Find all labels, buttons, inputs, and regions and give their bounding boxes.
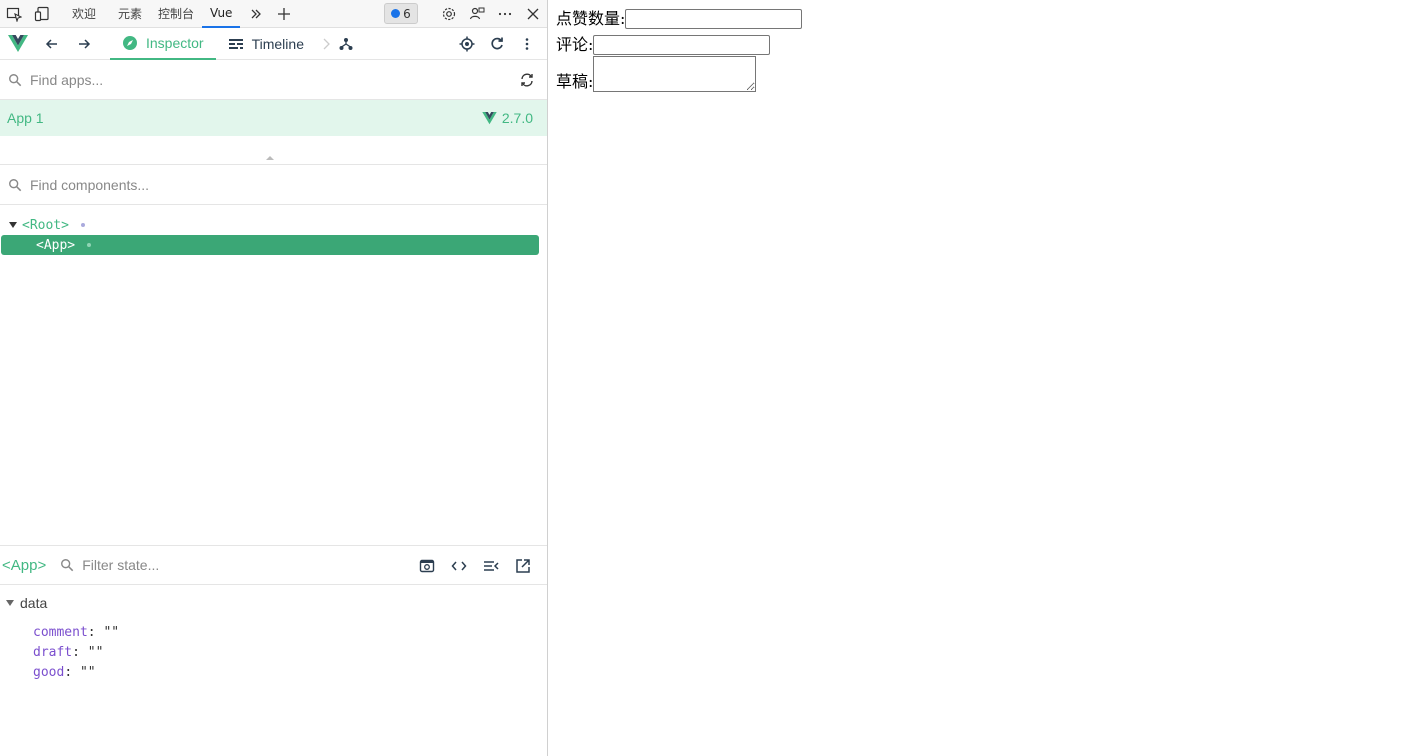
prop-key: draft <box>33 645 73 660</box>
open-in-editor-icon[interactable] <box>515 558 531 574</box>
inspect-element-icon[interactable] <box>0 0 28 28</box>
tree-node-root[interactable]: <Root> <box>0 215 547 235</box>
draft-label: 草稿: <box>556 72 594 91</box>
tab-inspector[interactable]: Inspector <box>110 28 216 60</box>
customize-icon[interactable] <box>463 0 491 28</box>
apps-search-input[interactable]: Find apps... <box>30 72 103 88</box>
more-tabs-icon[interactable] <box>242 0 270 28</box>
state-toolbar: <App> Filter state... <box>0 545 547 585</box>
expand-triangle-icon[interactable] <box>9 222 17 228</box>
render-code-icon[interactable] <box>483 558 499 574</box>
collapse-caret-icon[interactable] <box>266 156 274 160</box>
app-name: App 1 <box>7 110 44 126</box>
tab-elements[interactable]: 元素 <box>110 0 150 28</box>
issues-icon <box>391 9 401 18</box>
node-dot-icon <box>87 243 92 247</box>
tab-timeline-label: Timeline <box>251 35 304 52</box>
search-icon <box>9 178 22 191</box>
tree-node-root-label: <Root> <box>22 217 69 233</box>
prop-key: comment <box>33 625 88 640</box>
issues-count: 6 <box>403 6 411 21</box>
scroll-to-component-icon[interactable] <box>419 558 435 574</box>
issues-badge[interactable]: 6 <box>384 3 418 24</box>
app-list-item[interactable]: App 1 2.7.0 <box>0 100 547 136</box>
component-tree: <Root> <App> <box>0 205 547 255</box>
tree-node-app[interactable]: <App> <box>1 235 539 255</box>
search-icon <box>9 73 22 86</box>
tab-console[interactable]: 控制台 <box>150 0 202 28</box>
component-graph-icon[interactable] <box>336 30 356 58</box>
select-component-target-icon[interactable] <box>459 36 475 52</box>
comment-input[interactable] <box>593 35 771 55</box>
refresh-icon[interactable] <box>489 36 505 52</box>
draft-field: 草稿: <box>556 56 802 92</box>
data-section-label: data <box>20 595 48 611</box>
devtools-panel: 欢迎 元素 控制台 Vue 6 Inspector Timeline Find … <box>0 0 548 756</box>
tab-timeline[interactable]: Timeline <box>216 28 316 60</box>
state-pane: <App> Filter state... data comment: "" d… <box>0 545 547 685</box>
search-icon <box>61 559 74 572</box>
tree-node-app-label: <App> <box>36 237 76 253</box>
prop-value: "" <box>79 665 96 680</box>
forward-arrow-icon[interactable] <box>68 30 100 58</box>
tab-welcome[interactable]: 欢迎 <box>64 0 104 28</box>
chevron-right-icon <box>316 30 336 58</box>
close-icon[interactable] <box>519 0 547 28</box>
data-prop-row[interactable]: comment: "" <box>0 625 547 645</box>
vue-version-icon <box>482 111 497 124</box>
vue-version: 2.7.0 <box>501 110 533 126</box>
inspect-dom-code-icon[interactable] <box>451 558 467 574</box>
refresh-apps-icon[interactable] <box>519 72 535 88</box>
compass-icon <box>123 35 137 50</box>
comment-field: 评论: <box>556 31 802 55</box>
comment-label: 评论: <box>556 35 594 54</box>
pane-splitter[interactable] <box>0 136 547 165</box>
expand-triangle-icon[interactable] <box>6 600 14 606</box>
data-props: comment: "" draft: "" good: "" <box>0 621 547 685</box>
tab-inspector-label: Inspector <box>146 34 204 51</box>
prop-key: good <box>33 665 65 680</box>
timeline-icon <box>228 38 243 49</box>
components-search-input[interactable]: Find components... <box>30 177 149 193</box>
settings-gear-icon[interactable] <box>435 0 463 28</box>
more-options-icon[interactable] <box>491 0 519 28</box>
components-search-row: Find components... <box>0 165 547 205</box>
devtools-tabbar: 欢迎 元素 控制台 Vue 6 <box>0 0 547 28</box>
prop-value: "" <box>103 625 120 640</box>
page-content: 点赞数量: 评论: 草稿: <box>556 5 803 92</box>
vue-toolbar: Inspector Timeline <box>0 28 547 60</box>
draft-textarea[interactable] <box>593 56 757 92</box>
vue-logo-icon <box>0 34 36 53</box>
back-arrow-icon[interactable] <box>36 30 68 58</box>
likes-label: 点赞数量: <box>556 9 626 28</box>
data-prop-row[interactable]: draft: "" <box>0 645 547 665</box>
data-section-header[interactable]: data <box>0 585 547 621</box>
state-filter-input[interactable]: Filter state... <box>82 557 159 573</box>
tab-vue[interactable]: Vue <box>202 0 241 28</box>
add-tab-icon[interactable] <box>270 0 298 28</box>
likes-input[interactable] <box>625 9 803 29</box>
likes-field: 点赞数量: <box>556 5 803 29</box>
kebab-menu-icon[interactable] <box>519 36 535 52</box>
device-emulation-icon[interactable] <box>28 0 56 28</box>
apps-search-row: Find apps... <box>0 60 547 100</box>
selected-component-name: <App> <box>2 556 47 574</box>
node-dot-icon <box>80 223 85 227</box>
prop-value: "" <box>87 645 104 660</box>
data-prop-row[interactable]: good: "" <box>0 665 547 685</box>
